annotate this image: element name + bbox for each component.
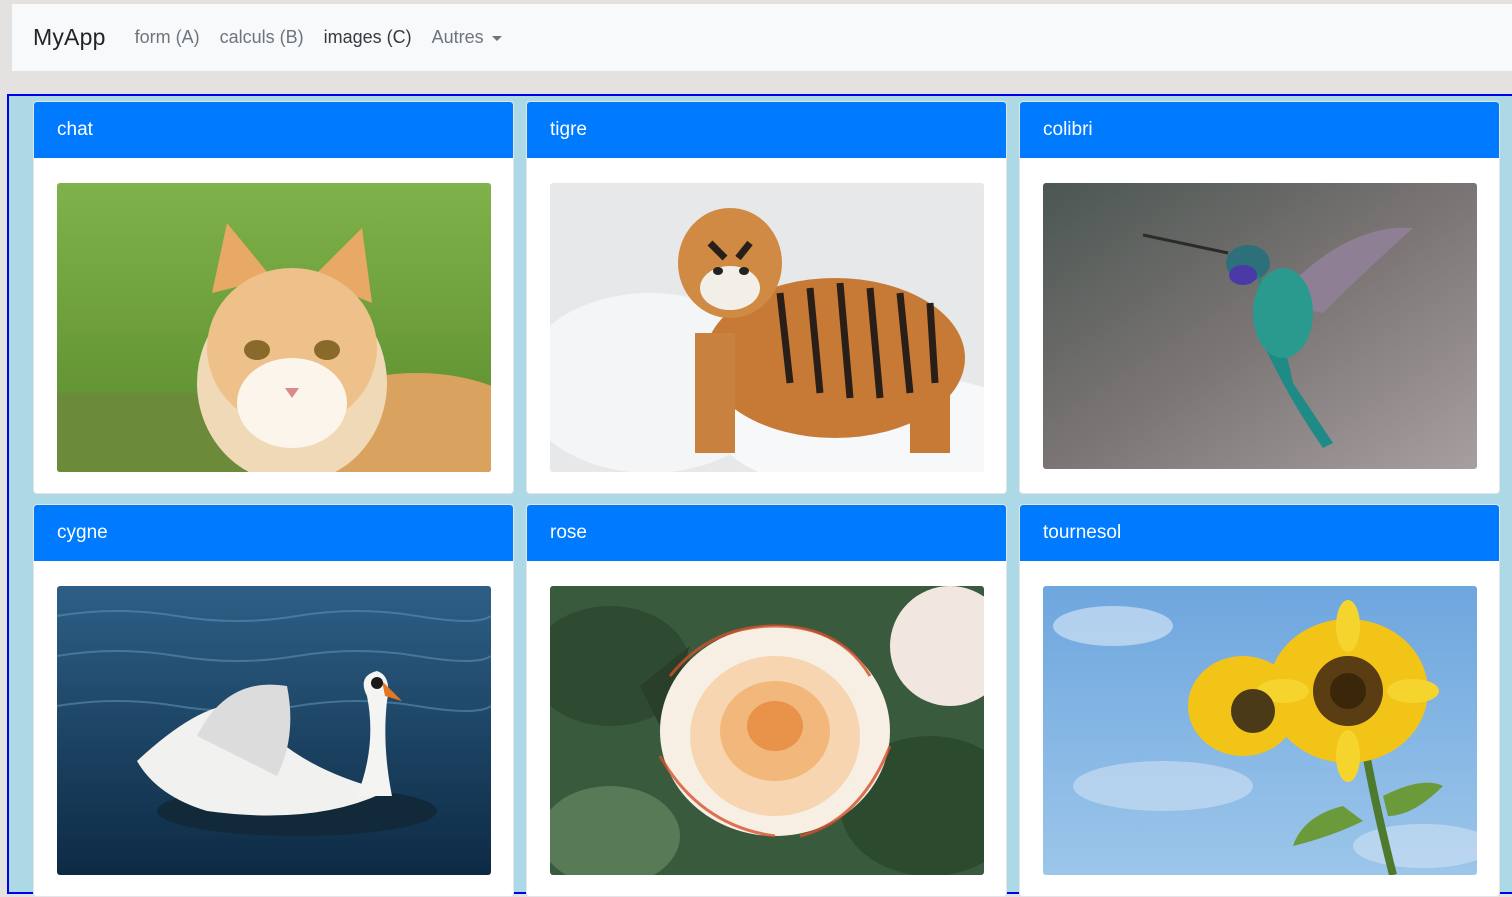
card-title: tournesol <box>1043 522 1122 543</box>
image-gallery: chat tigre colibri cygne rose tournesol <box>7 94 1512 897</box>
rose-image <box>550 586 984 875</box>
card-tournesol: tournesol <box>1019 504 1500 897</box>
card-header: chat <box>34 102 513 158</box>
tiger-image <box>550 183 984 472</box>
cat-image <box>57 183 491 472</box>
card-header: colibri <box>1020 102 1499 158</box>
card-chat: chat <box>33 101 514 494</box>
dropdown-label: Autres <box>431 27 484 47</box>
card-title: tigre <box>550 119 587 140</box>
card-header: tigre <box>527 102 1006 158</box>
card-rose: rose <box>526 504 1007 897</box>
nav-link-form[interactable]: form (A) <box>135 27 200 48</box>
card-title: rose <box>550 522 587 543</box>
card-header: tournesol <box>1020 505 1499 561</box>
sunflower-image <box>1043 586 1477 875</box>
card-header: cygne <box>34 505 513 561</box>
card-title: chat <box>57 119 93 140</box>
card-colibri: colibri <box>1019 101 1500 494</box>
card-header: rose <box>527 505 1006 561</box>
card-title: cygne <box>57 522 108 543</box>
card-tigre: tigre <box>526 101 1007 494</box>
card-cygne: cygne <box>33 504 514 897</box>
nav-link-images[interactable]: images (C) <box>324 27 412 48</box>
card-title: colibri <box>1043 119 1093 140</box>
navbar-brand[interactable]: MyApp <box>33 24 106 51</box>
nav-dropdown-autres[interactable]: Autres <box>432 27 502 48</box>
caret-down-icon <box>491 36 502 41</box>
nav-link-calculs[interactable]: calculs (B) <box>220 27 304 48</box>
hummingbird-image <box>1043 183 1477 469</box>
top-navbar: MyApp form (A) calculs (B) images (C) Au… <box>12 4 1512 71</box>
swan-image <box>57 586 491 875</box>
